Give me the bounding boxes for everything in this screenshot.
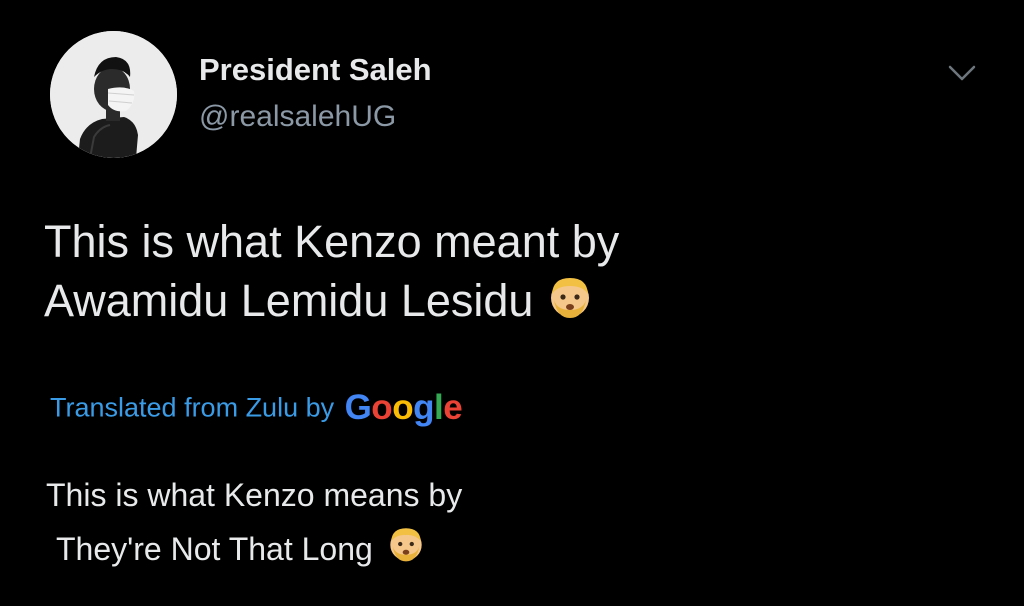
man-blond-beard-emoji-icon [547, 274, 593, 334]
author-handle[interactable]: @realsalehUG [199, 100, 396, 134]
tweet-text-line-1: This is what Kenzo meant by [44, 216, 620, 267]
google-logo-letter: e [443, 388, 463, 427]
tweet-text: This is what Kenzo meant by Awamidu Lemi… [44, 212, 984, 334]
google-logo-letter: l [433, 388, 444, 427]
tweet-text-line-2-text: Awamidu Lemidu Lesidu [44, 275, 534, 326]
translated-from-link[interactable]: Translated from Zulu by [50, 393, 334, 423]
google-logo: Google [345, 388, 463, 427]
man-blond-beard-emoji-icon [387, 525, 425, 579]
tweet-text-line-2: Awamidu Lemidu Lesidu [44, 271, 984, 334]
translated-text-line-2-text: They're Not That Long [56, 531, 373, 567]
google-logo-letter: o [392, 388, 414, 427]
avatar[interactable] [50, 31, 177, 158]
profile-photo [50, 31, 177, 158]
google-logo-letter: g [413, 388, 434, 427]
google-logo-letter: G [344, 388, 372, 427]
tweet: President Saleh @realsalehUG This is wha… [0, 0, 1024, 606]
chevron-down-icon[interactable] [944, 58, 980, 88]
translated-text-line-1: This is what Kenzo means by [46, 477, 463, 513]
translated-text-line-2: They're Not That Long [46, 522, 986, 579]
google-logo-letter: o [371, 388, 393, 427]
translation-attribution: Translated from Zulu by Google [50, 388, 463, 432]
author-display-name[interactable]: President Saleh [199, 52, 432, 88]
translated-text: This is what Kenzo means by They're Not … [46, 468, 986, 579]
